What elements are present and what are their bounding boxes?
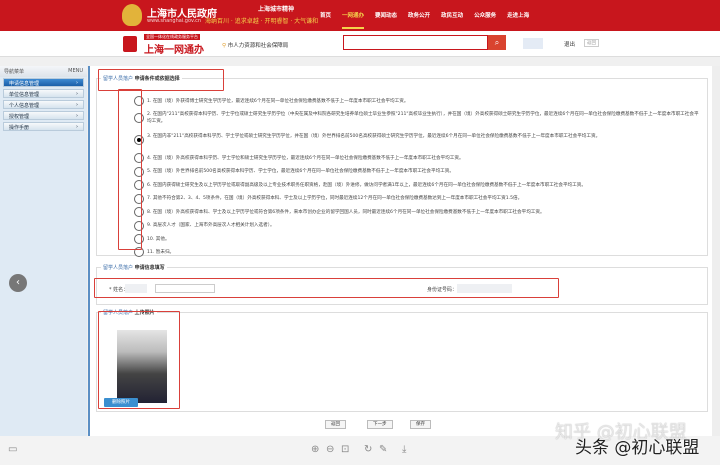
search-button[interactable]: ⌕ [488, 35, 506, 50]
site-url: www.shanghai.gov.cn [147, 18, 202, 24]
condition-section: 留学人员落户 申请条件或依据选择 1. 在国（境）外获得博士研究生学历学位，最近… [96, 75, 708, 257]
sidebar-title: 导航菜单 [4, 69, 25, 75]
chevron-right-icon: › [76, 124, 78, 130]
condition-option: 1. 在国（境）外获得博士研究生学历学位，最近连续6个月在同一单位社会保险缴费基… [147, 99, 409, 104]
nav-about-shanghai[interactable]: 走进上海 [507, 11, 529, 19]
sidebar-item-label: 授权管理 [9, 114, 30, 120]
sidebar-item-label: 个人信息管理 [9, 103, 40, 109]
sub-header: 全国一体化在线政务服务平台 上海一网通办 ⚲ 市人力资源和社会保障局 ⌕ 退出 … [0, 31, 720, 57]
next-step-button[interactable]: 下一步 [367, 420, 393, 429]
chevron-right-icon: › [76, 80, 78, 86]
condition-option: 2. 在国内"211"高校获得本科学历、学士学位或硕士研究生学历学位（中央在属及… [147, 112, 699, 124]
nav-public-service[interactable]: 公众服务 [474, 11, 496, 19]
main-content: 留学人员落户 申请条件或依据选择 1. 在国（境）外获得博士研究生学历学位，最近… [88, 66, 712, 436]
sidebar-item-label: 操作手册 [9, 125, 30, 131]
nav-news[interactable]: 要闻动态 [375, 11, 397, 19]
highlight-box [98, 311, 180, 409]
yiwangtongban-logo-icon [123, 36, 137, 52]
scrollbar[interactable] [712, 66, 720, 436]
top-banner: 上海市人民政府 www.shanghai.gov.cn 上海城市精神 海纳百川 … [0, 0, 720, 31]
government-emblem-icon [122, 4, 142, 26]
sidebar-header: 导航菜单 MENU [0, 66, 87, 77]
sidebar-item-authorization[interactable]: 授权管理 › [3, 111, 84, 120]
chevron-right-icon: › [76, 91, 78, 97]
condition-option: 11. 暂未归。 [147, 250, 175, 255]
sidebar-menu-label: MENU [68, 68, 83, 74]
nav-home[interactable]: 首页 [320, 11, 331, 19]
back-button[interactable]: 返回 [325, 420, 346, 429]
condition-option: 6. 在国内获得硕士研究生及以上学历学位或取得副高级及以上专业技术职务任职资格，… [147, 183, 586, 188]
highlight-box [118, 89, 142, 250]
section-title: 留学人员落户 申请信息填写 [101, 264, 167, 271]
slogan-title: 上海城市精神 [258, 6, 295, 13]
condition-option: 5. 在国（境）外世界排名前500名高校获得本科学历、学士学位，最近连续6个月在… [147, 169, 454, 174]
sidebar-item-application-info[interactable]: 申请信息管理 › [3, 78, 84, 87]
highlight-box [98, 69, 224, 91]
chevron-right-icon: › [76, 113, 78, 119]
rotate-icon[interactable]: ↻ [364, 444, 372, 455]
collapse-sidebar-button[interactable]: ‹ [9, 274, 27, 292]
zoom-out-icon[interactable]: ⊖ [326, 444, 334, 455]
search-input[interactable] [343, 35, 488, 50]
location-pin-icon: ⚲ [222, 43, 227, 49]
sidebar-item-personal-info[interactable]: 个人信息管理 › [3, 100, 84, 109]
condition-option: 9. 高层次人才（国家、上海市外高层次人才相关计划入选者）。 [147, 223, 275, 228]
search-icon: ⌕ [494, 38, 500, 47]
platform-tag: 全国一体化在线政务服务平台 [144, 34, 200, 40]
actual-size-icon[interactable]: ⊡ [341, 444, 349, 455]
return-button[interactable]: 返回 [584, 39, 599, 47]
condition-option: 8. 在国（境）外高校获得本科、学士及以上学历学位或符合第6项条件，来本市创办企… [147, 210, 545, 215]
main-nav: 首页 一网通办 要闻动态 政务公开 政民互动 公众服务 走进上海 [320, 11, 529, 29]
slogan: 海纳百川 · 追求卓越 · 开明睿智 · 大气谦和 [205, 18, 319, 25]
sidebar-item-manual[interactable]: 操作手册 › [3, 122, 84, 131]
sidebar-item-employer-info[interactable]: 单位信息管理 › [3, 89, 84, 98]
nav-yiwangtongban[interactable]: 一网通办 [342, 11, 365, 29]
chevron-left-icon: ‹ [16, 277, 20, 288]
download-icon[interactable]: ⤓ [402, 444, 406, 455]
chevron-right-icon: › [76, 102, 78, 108]
sidebar: 导航菜单 MENU 申请信息管理 › 单位信息管理 › 个人信息管理 › 授权管理 › 操… [0, 66, 87, 436]
nav-interaction[interactable]: 政民互动 [441, 11, 463, 19]
condition-option: 7. 其他不符合第2、3、4、5项条件，在国（境）外高校获得本科、学士及以上学历… [147, 196, 523, 201]
save-button[interactable]: 保存 [410, 420, 431, 429]
nav-gov-affairs[interactable]: 政务公开 [408, 11, 430, 19]
department: ⚲ 市人力资源和社会保障局 [222, 41, 288, 49]
condition-option: 4. 在国（境）外高校获得本科学历、学士学位和硕士研究生学历学位，最近连续6个月… [147, 156, 464, 161]
user-name[interactable] [523, 38, 543, 49]
edit-icon[interactable]: ✎ [379, 444, 387, 455]
zoom-in-icon[interactable]: ⊕ [311, 444, 319, 455]
highlight-box [94, 278, 559, 298]
platform-title[interactable]: 上海一网通办 [144, 41, 204, 56]
condition-option: 10. 其他。 [147, 237, 170, 242]
department-name: 市人力资源和社会保障局 [227, 43, 289, 49]
condition-option: 3. 在国内非"211"高校获得本科学历、学士学位或硕士研究生学历学位，并在国（… [147, 134, 601, 139]
sidebar-item-label: 申请信息管理 [9, 81, 40, 87]
sidebar-item-label: 单位信息管理 [9, 92, 40, 98]
photo-section: 留学人员落户 上传照片 [96, 309, 708, 412]
logout-link[interactable]: 退出 [564, 40, 575, 48]
device-icon[interactable]: ▭ [8, 444, 17, 455]
watermark-toutiao: 头条 @初心联盟 [575, 438, 700, 458]
